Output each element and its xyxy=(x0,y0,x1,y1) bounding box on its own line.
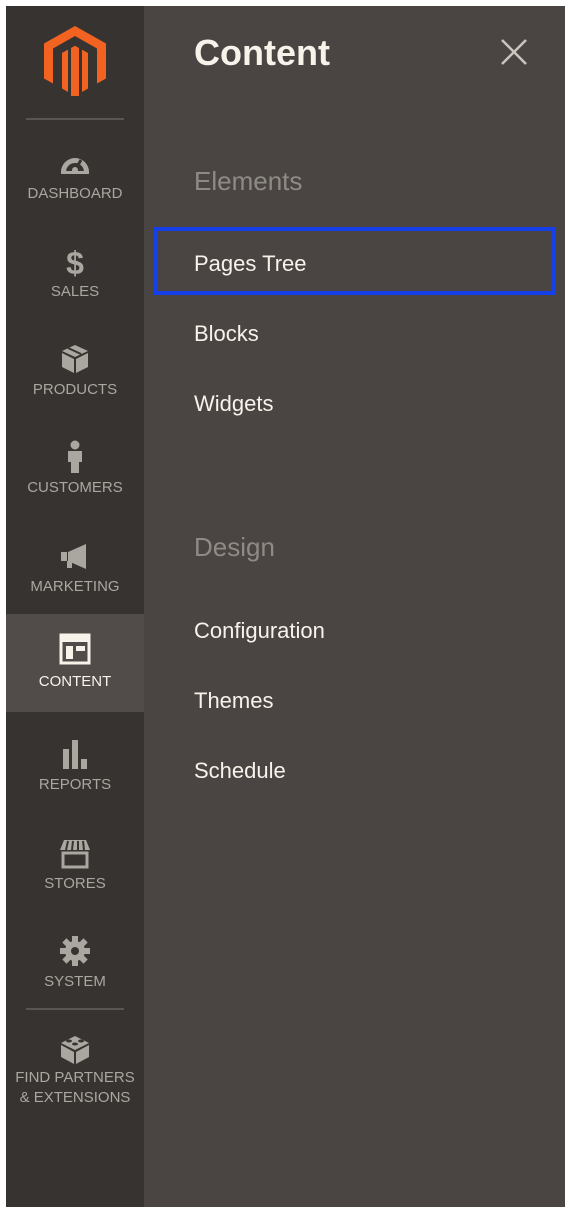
sidebar-item-label: MARKETING xyxy=(30,578,120,595)
sidebar-item-content[interactable]: CONTENT xyxy=(6,614,144,712)
sidebar-item-label: REPORTS xyxy=(38,776,112,793)
menu-link-themes[interactable]: Themes xyxy=(194,688,273,714)
sidebar-item-label: CONTENT xyxy=(38,673,112,690)
blocks-icon xyxy=(58,1032,92,1066)
svg-text:$: $ xyxy=(66,245,84,278)
person-icon xyxy=(58,440,92,474)
sidebar-item-find-partners[interactable]: FIND PARTNERS & EXTENSIONS xyxy=(6,1024,144,1134)
bar-chart-icon xyxy=(58,737,92,771)
sidebar-item-sales[interactable]: $ SALES xyxy=(6,236,144,332)
magento-logo-icon[interactable] xyxy=(44,26,106,98)
layout-icon xyxy=(58,632,92,666)
sidebar-item-label: SALES xyxy=(50,283,100,300)
section-title-elements: Elements xyxy=(194,166,303,196)
sidebar-divider xyxy=(26,118,124,120)
menu-link-widgets[interactable]: Widgets xyxy=(194,391,273,417)
sidebar-item-stores[interactable]: STORES xyxy=(6,828,144,924)
sidebar-item-reports[interactable]: REPORTS xyxy=(6,729,144,825)
sidebar-item-marketing[interactable]: MARKETING xyxy=(6,531,144,627)
sidebar-item-label: SYSTEM xyxy=(44,973,106,990)
sidebar-item-label: FIND PARTNERS xyxy=(15,1069,135,1086)
cube-icon xyxy=(58,342,92,376)
admin-sidebar: DASHBOARD $ SALES PRODUCTS CUSTOMERS MAR… xyxy=(6,6,144,1207)
section-title-design: Design xyxy=(194,532,275,562)
menu-link-pages-tree[interactable]: Pages Tree xyxy=(194,251,307,277)
menu-link-schedule[interactable]: Schedule xyxy=(194,758,286,784)
sidebar-divider xyxy=(26,1008,124,1010)
storefront-icon xyxy=(58,836,92,870)
sidebar-item-products[interactable]: PRODUCTS xyxy=(6,334,144,430)
sidebar-item-label: STORES xyxy=(44,875,106,892)
dashboard-icon xyxy=(58,146,92,180)
sidebar-item-label: DASHBOARD xyxy=(27,185,123,202)
sidebar-item-dashboard[interactable]: DASHBOARD xyxy=(6,138,144,234)
sidebar-item-customers[interactable]: CUSTOMERS xyxy=(6,432,144,528)
menu-link-blocks[interactable]: Blocks xyxy=(194,321,259,347)
admin-app: DASHBOARD $ SALES PRODUCTS CUSTOMERS MAR… xyxy=(6,6,565,1207)
sidebar-item-label: PRODUCTS xyxy=(32,381,118,398)
sidebar-item-label: & EXTENSIONS xyxy=(19,1089,131,1106)
dollar-icon: $ xyxy=(58,244,92,281)
close-icon xyxy=(501,39,527,65)
gear-icon xyxy=(58,934,92,968)
close-button[interactable] xyxy=(494,32,534,72)
panel-title: Content xyxy=(194,32,330,73)
megaphone-icon xyxy=(58,539,92,573)
sidebar-item-label: CUSTOMERS xyxy=(27,479,123,496)
menu-link-configuration[interactable]: Configuration xyxy=(194,618,325,644)
